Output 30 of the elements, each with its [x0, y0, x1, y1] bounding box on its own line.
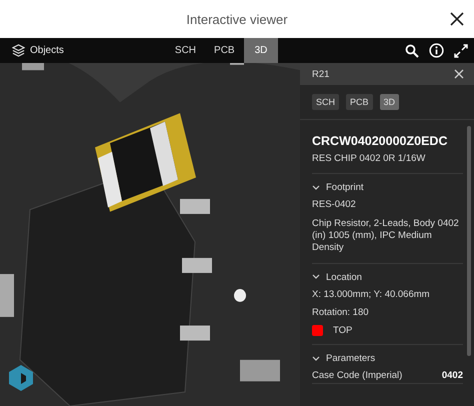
parameter-name: Case Code (Imperial) — [312, 370, 402, 382]
view-tab[interactable]: 3D — [244, 38, 278, 63]
close-icon[interactable] — [454, 69, 464, 79]
detail-text: Rotation: 180 — [312, 307, 370, 320]
close-icon — [449, 11, 465, 27]
view-tab[interactable]: 3D — [380, 94, 400, 110]
view-tab[interactable]: PCB — [205, 38, 244, 63]
close-button[interactable] — [448, 10, 466, 28]
objects-button[interactable]: Objects — [0, 44, 64, 57]
view-tab[interactable]: PCB — [346, 94, 373, 110]
part-description: RES CHIP 0402 0R 1/16W — [312, 153, 426, 166]
detail-text: Chip Resistor, 2-Leads, Body 0402 (in) 1005 (mm), IPC Medium Density — [312, 218, 460, 255]
scrollbar[interactable] — [467, 126, 471, 356]
part-number: CRCW04020000Z0EDC — [312, 134, 448, 148]
view-tab[interactable]: SCH — [312, 94, 340, 110]
detail-text: RES-0402 — [312, 199, 357, 212]
layers-icon — [12, 44, 25, 57]
section-header[interactable]: Parameters — [312, 353, 376, 364]
detail-text: X: 13.000mm; Y: 40.066mm — [312, 288, 431, 302]
parameter-value: 0402 — [442, 370, 463, 382]
window-title: Interactive viewer — [186, 12, 288, 26]
expand-icon[interactable] — [454, 44, 468, 58]
view-tab[interactable]: SCH — [166, 38, 206, 63]
layer-label: TOP — [333, 325, 352, 336]
search-icon[interactable] — [405, 44, 419, 58]
info-icon[interactable] — [429, 43, 444, 58]
section-header[interactable]: Footprint — [312, 182, 364, 194]
section-header[interactable]: Location — [312, 272, 362, 283]
panel-title: R21 — [312, 68, 330, 80]
cube-logo-icon — [8, 364, 34, 392]
